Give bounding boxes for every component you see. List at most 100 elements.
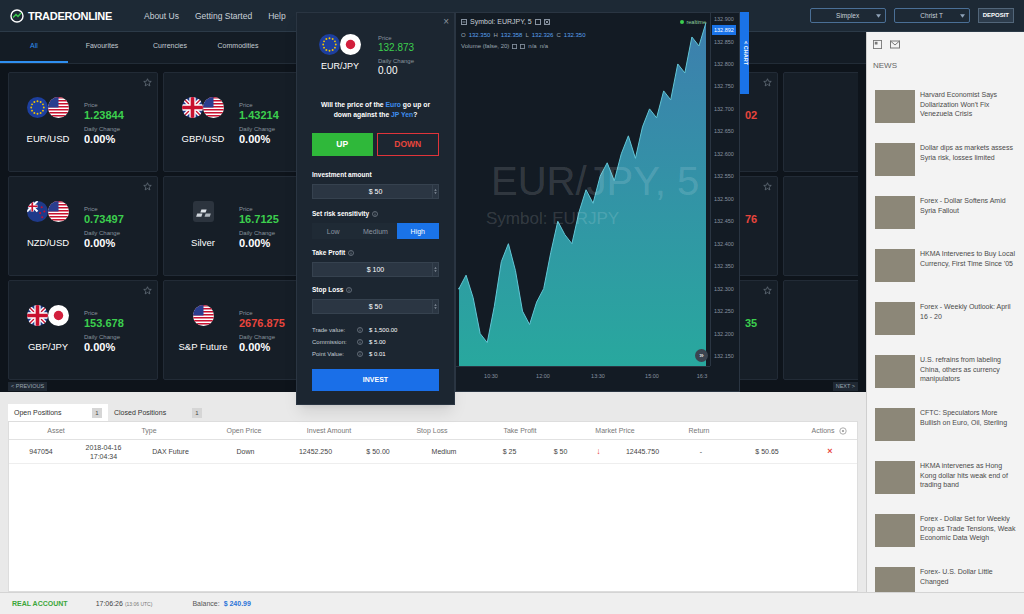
news-item[interactable]: Dollar dips as markets assess Syria risk… (867, 143, 1024, 196)
asset-tab[interactable]: All (0, 32, 68, 63)
series-segment (579, 190, 586, 212)
change-label: Daily Change (239, 125, 279, 133)
risk-option[interactable]: High (397, 223, 439, 239)
asset-card[interactable]: GBP/USDPrice1.43214Daily Change0.00% (163, 72, 313, 172)
account-select[interactable]: Simplex (810, 8, 886, 23)
table-row[interactable]: 9470542018-04-16 17:04:34DAX FutureDown1… (9, 440, 857, 464)
positions-tab[interactable]: Closed Positions1 (108, 404, 208, 421)
next-button[interactable]: NEXT > (833, 382, 858, 391)
series-segment (650, 109, 657, 118)
info-icon[interactable] (357, 327, 363, 333)
amount-field[interactable]: $ 50 (312, 184, 439, 199)
logo[interactable]: TRADERONLINE (10, 9, 122, 23)
info-icon[interactable] (357, 351, 363, 357)
star-icon[interactable] (143, 182, 152, 191)
news-headline[interactable]: U.S. refrains from labeling China, other… (920, 355, 1016, 408)
news-item[interactable]: HKMA Intervenes to Buy Local Currency, F… (867, 249, 1024, 302)
risk-option[interactable]: Medium (354, 223, 396, 239)
news-headline[interactable]: Dollar dips as markets assess Syria risk… (920, 143, 1016, 196)
positions-tab[interactable]: Open Positions1 (8, 404, 108, 421)
news-headline[interactable]: Harvard Economist Says Dollarization Won… (920, 90, 1016, 143)
news-item[interactable]: CFTC: Speculators More Bullish on Euro, … (867, 408, 1024, 461)
star-icon[interactable] (143, 286, 152, 295)
price-label: Price (239, 309, 285, 317)
chart-tab[interactable]: < CHART (740, 12, 749, 94)
asset-card[interactable]: SilverPrice16.7125Daily Change0.00% (163, 176, 313, 276)
star-icon[interactable] (763, 182, 772, 191)
info-icon[interactable] (348, 250, 354, 256)
asset-tab[interactable]: Favourites (68, 32, 136, 63)
info-icon[interactable] (346, 287, 352, 293)
news-headline[interactable]: Forex - Dollar Softens Amid Syria Fallou… (920, 196, 1016, 249)
settings-box-icon[interactable] (512, 44, 517, 49)
news-headline[interactable]: HKMA Intervenes to Buy Local Currency, F… (920, 249, 1016, 302)
star-icon[interactable] (763, 78, 772, 87)
amount-field[interactable]: $ 50 (312, 299, 439, 314)
news-headline[interactable]: CFTC: Speculators More Bullish on Euro, … (920, 408, 1016, 461)
amount-field[interactable]: $ 100 (312, 262, 439, 277)
summary-label: Point Value: (312, 350, 357, 358)
invest-button[interactable]: INVEST (312, 369, 439, 391)
risk-option[interactable]: Low (312, 223, 354, 239)
settings-icon[interactable] (839, 427, 847, 435)
flag-icon[interactable] (873, 40, 882, 49)
series-segment (501, 244, 508, 262)
previous-button[interactable]: < PREVIOUS (8, 382, 47, 391)
asset-card[interactable]: NZD/USDPrice0.73497Daily Change0.00% (8, 176, 158, 276)
close-box-icon[interactable] (520, 44, 525, 49)
cell-text[interactable]: ↓ (596, 447, 601, 456)
spinner-icon[interactable] (432, 263, 438, 276)
nav-link[interactable]: Getting Started (195, 10, 252, 22)
series-segment (628, 136, 635, 158)
info-icon[interactable] (372, 211, 378, 217)
price-label: Price (378, 34, 414, 42)
star-icon[interactable] (143, 78, 152, 87)
mail-icon[interactable] (890, 40, 900, 49)
news-item[interactable]: Harvard Economist Says Dollarization Won… (867, 90, 1024, 143)
info-icon[interactable] (357, 339, 363, 345)
asset-card[interactable]: EUR/USDPrice1.23844Daily Change0.00% (8, 72, 158, 172)
deposit-button[interactable]: DEPOSIT (978, 8, 1014, 23)
news-headline[interactable]: Forex - Dollar Set for Weekly Drop as Tr… (920, 514, 1016, 567)
jp-flag-icon (340, 34, 361, 55)
star-icon[interactable] (763, 286, 772, 295)
price-label: Price (84, 309, 124, 317)
news-item[interactable]: HKMA intervenes as Hong Kong dollar hits… (867, 461, 1024, 514)
asset-card[interactable] (783, 72, 858, 172)
cell-text: $ 50 (554, 447, 568, 456)
news-item[interactable]: Forex- U.S. Dollar Little Changed (867, 567, 1024, 592)
asset-card[interactable] (783, 280, 858, 380)
table-header: AssetTypeOpen PriceInvest AmountStop Los… (9, 422, 857, 440)
collapse-icon[interactable] (461, 19, 467, 25)
asset-card[interactable] (783, 176, 858, 276)
down-button[interactable]: DOWN (377, 133, 440, 156)
spinner-icon[interactable] (432, 185, 438, 198)
up-button[interactable]: UP (312, 133, 373, 156)
settings-box-icon[interactable] (535, 19, 541, 25)
eu-flag-icon (319, 34, 340, 55)
asset-flags (193, 201, 214, 222)
close-button[interactable]: × (443, 17, 449, 27)
news-headline[interactable]: Forex - Weekly Outlook: April 16 - 20 (920, 302, 1016, 355)
asset-card[interactable]: S&P FuturePrice2676.875Daily Change0.00% (163, 280, 313, 380)
asset-card[interactable]: GBP/JPYPrice153.678Daily Change0.00% (8, 280, 158, 380)
cell-text[interactable]: × (827, 447, 832, 456)
news-item[interactable]: Forex - Weekly Outlook: April 16 - 20 (867, 302, 1024, 355)
news-headline[interactable]: HKMA intervenes as Hong Kong dollar hits… (920, 461, 1016, 514)
asset-tab[interactable]: Commodities (204, 32, 272, 63)
news-item[interactable]: Forex - Dollar Set for Weekly Drop as Tr… (867, 514, 1024, 567)
scroll-right-button[interactable]: » (695, 349, 708, 362)
spinner-icon[interactable] (432, 300, 438, 313)
jp-flag-icon (48, 305, 69, 326)
news-headline[interactable]: Forex- U.S. Dollar Little Changed (920, 567, 1016, 592)
close-box-icon[interactable] (544, 19, 550, 25)
asset-tab[interactable]: Currencies (136, 32, 204, 63)
nav-link[interactable]: About Us (144, 10, 179, 22)
summary-row: Point Value:$ 0.01 (312, 348, 439, 360)
nav-link[interactable]: Help (268, 10, 285, 22)
news-item[interactable]: U.S. refrains from labeling China, other… (867, 355, 1024, 408)
account-select[interactable]: Christ T (894, 8, 970, 23)
news-thumbnail (875, 408, 915, 441)
news-item[interactable]: Forex - Dollar Softens Amid Syria Fallou… (867, 196, 1024, 249)
cell-text: $ 25 (503, 447, 517, 456)
